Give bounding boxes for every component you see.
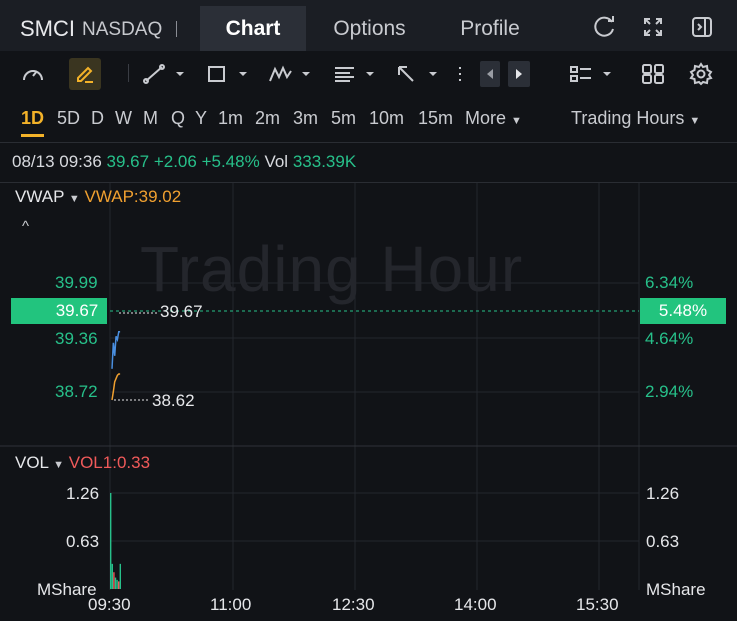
indicator-name: VWAP [15, 187, 65, 206]
current-price-value: 39.67 [55, 301, 99, 320]
chevron-down-icon: ▼ [53, 459, 65, 471]
volume-axis-label: 1.26 [646, 484, 680, 503]
time-axis-label: 15:30 [576, 595, 619, 614]
volume-bar [110, 493, 112, 589]
price-line [111, 331, 121, 369]
percent-axis-label: 4.64% [645, 329, 694, 348]
chevron-up-icon[interactable]: ^ [22, 218, 29, 235]
volume-bar [113, 572, 115, 589]
chevron-down-icon: ▼ [68, 193, 80, 205]
percent-axis-label: 6.34% [645, 273, 694, 292]
volume-bar [119, 563, 121, 589]
indicator-value: VWAP:39.02 [84, 187, 182, 206]
volume-axis-label: 1.26 [66, 484, 100, 503]
indicator-value: VOL1:0.33 [68, 453, 151, 472]
indicator-vwap[interactable]: VWAP ▼ VWAP:39.02 [15, 187, 181, 207]
current-percent-value: 5.48% [658, 301, 708, 320]
low-price-label: 38.62 [152, 391, 195, 410]
time-axis-label: 12:30 [332, 595, 375, 614]
volume-unit-label: MShare [646, 580, 706, 599]
time-axis-label: 09:30 [88, 595, 131, 614]
volume-bar [118, 581, 120, 589]
vwap-line [111, 373, 121, 401]
chart-grid [0, 183, 737, 590]
indicator-name: VOL [15, 453, 49, 472]
volume-bar [111, 563, 113, 589]
price-axis-label: 39.99 [55, 273, 98, 292]
volume-axis-label: 0.63 [66, 532, 100, 551]
time-axis-label: 14:00 [454, 595, 497, 614]
indicator-vol[interactable]: VOL ▼ VOL1:0.33 [15, 453, 150, 473]
percent-axis-label: 2.94% [645, 382, 694, 401]
price-axis-label: 38.72 [55, 382, 98, 401]
high-price-label: 39.67 [160, 302, 203, 321]
time-axis-label: 11:00 [210, 595, 252, 614]
volume-axis-label: 0.63 [646, 532, 680, 551]
price-axis-label: 39.36 [55, 329, 98, 348]
volume-bar [114, 577, 117, 589]
session-watermark: Trading Hour [140, 233, 524, 305]
volume-bar [116, 579, 118, 589]
current-percent-tag: 5.48% [640, 298, 726, 324]
current-price-tag: 39.67 [11, 298, 107, 324]
